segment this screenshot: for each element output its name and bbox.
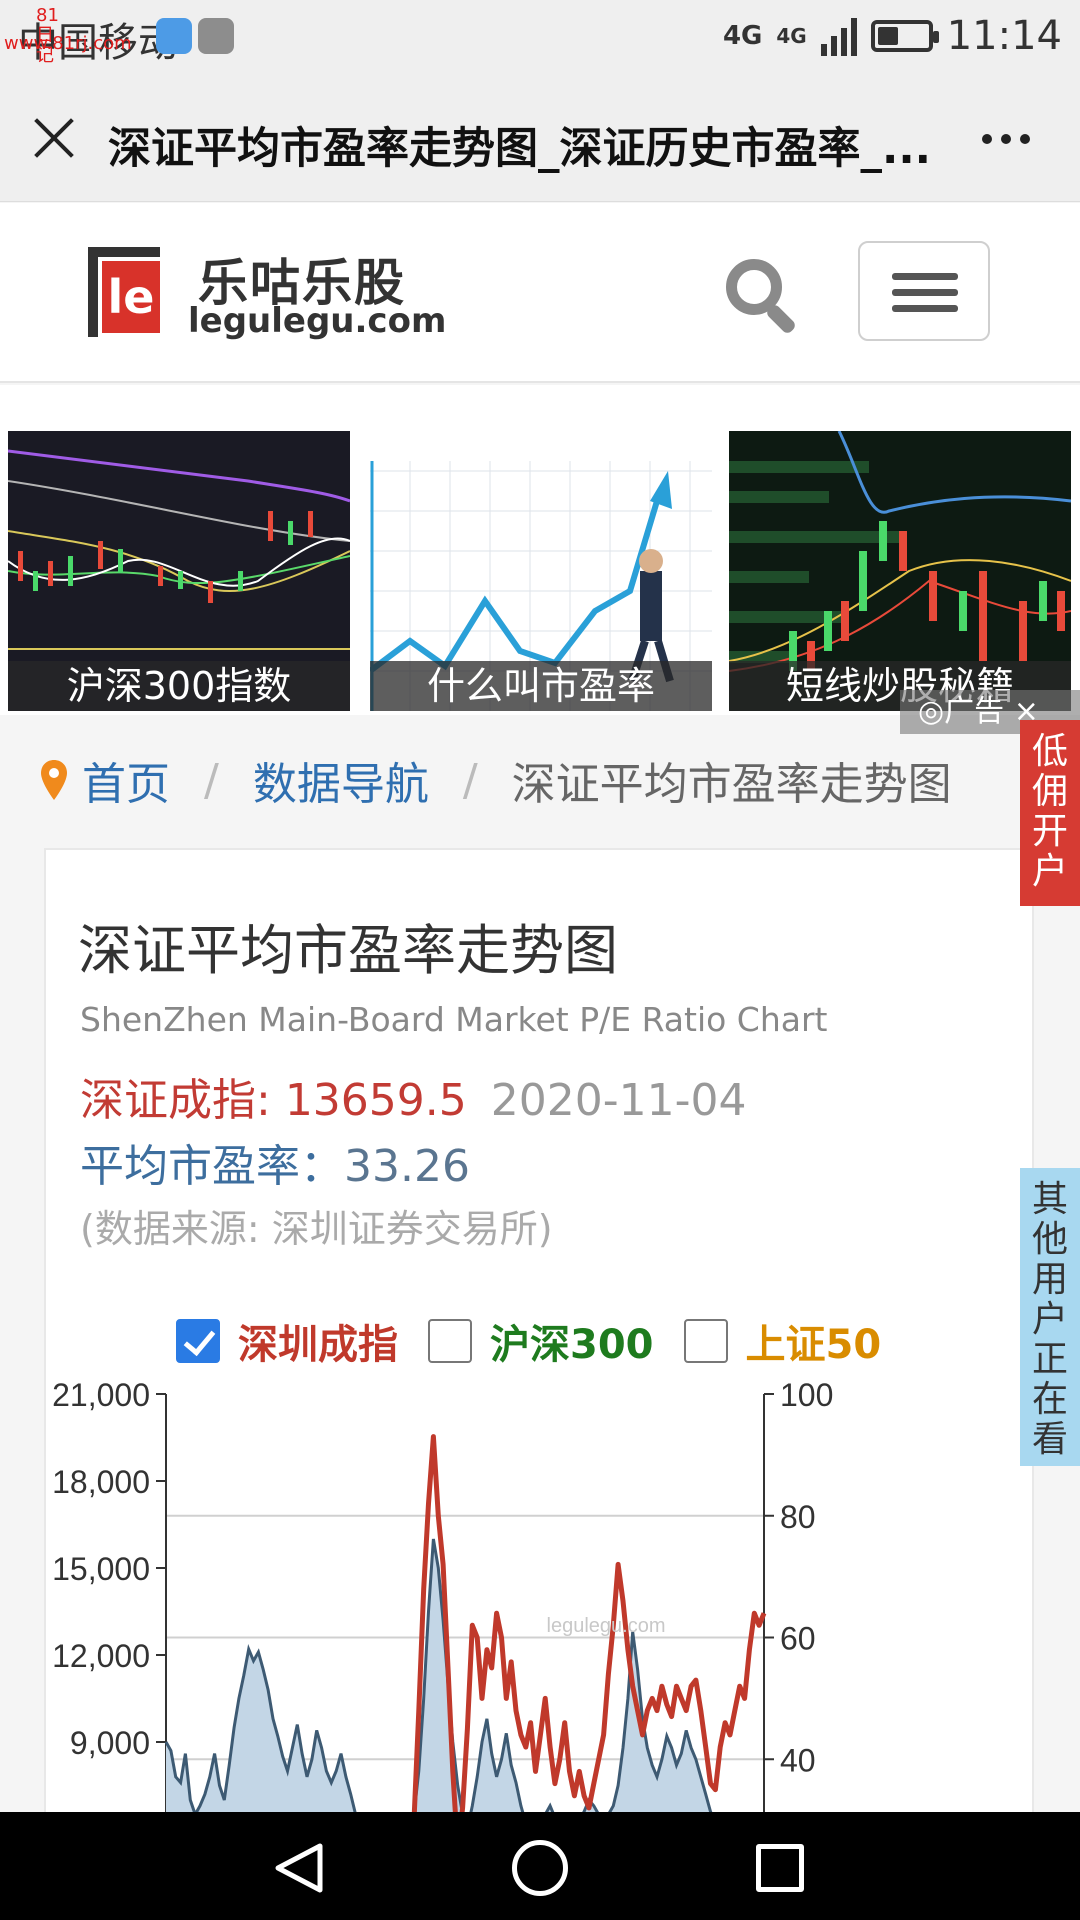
- page-title: 深证平均市盈率走势图_深证历史市盈率_...: [108, 124, 932, 174]
- logo-domain[interactable]: legulegu.com: [188, 301, 446, 341]
- network-type-label-2: 4G: [776, 24, 807, 48]
- clock: 11:14: [946, 13, 1062, 59]
- legend-item-sz50[interactable]: 上证50: [683, 1312, 882, 1370]
- watermark-line-2: www.81rj.com: [4, 33, 132, 54]
- network-type-label: 4G: [722, 21, 763, 51]
- app-notification-icon: [156, 18, 192, 54]
- banner-caption: 什么叫市盈率: [370, 661, 712, 711]
- status-bar: 中国移动 81日记 www.81rj.com 4G 4G 11:14: [0, 0, 1080, 74]
- index-date: 2020-11-04: [490, 1075, 747, 1126]
- left-axis-tick-label: 18,000: [52, 1464, 150, 1500]
- logo-mark-text: le: [102, 261, 160, 333]
- index-value: 13659.5: [284, 1075, 467, 1126]
- back-icon[interactable]: [272, 1842, 328, 1894]
- more-options-icon[interactable]: [982, 134, 1030, 144]
- legend-label: 深圳成指: [238, 1322, 398, 1368]
- pe-label: 平均市盈率：: [80, 1141, 344, 1192]
- breadcrumb-separator: /: [462, 754, 478, 806]
- breadcrumb-home-link[interactable]: 首页: [82, 748, 170, 812]
- left-axis-tick-label: 21,000: [52, 1380, 150, 1413]
- chart-card: 深证平均市盈率走势图 ShenZhen Main-Board Market P/…: [44, 848, 1034, 1920]
- webview-title-bar: 深证平均市盈率走势图_深证历史市盈率_...: [0, 74, 1080, 202]
- right-axis-tick-label: 40: [780, 1742, 816, 1778]
- right-axis-tick-label: 80: [780, 1499, 816, 1535]
- legend-checkbox[interactable]: [428, 1319, 472, 1363]
- legend-checkbox[interactable]: [683, 1319, 728, 1363]
- system-navigation-bar: [0, 1812, 1080, 1920]
- others-viewing-tab[interactable]: 其他用户正在看: [1020, 1168, 1080, 1466]
- legend-checkbox[interactable]: [176, 1319, 220, 1363]
- pe-info: 平均市盈率：33.26: [80, 1130, 470, 1194]
- card-title: 深证平均市盈率走势图: [78, 919, 618, 982]
- signal-icon: [820, 16, 857, 56]
- breadcrumb: 首页 / 数据导航 / 深证平均市盈率走势图: [40, 750, 952, 810]
- battery-icon: [870, 20, 939, 52]
- banner-hs300[interactable]: 沪深300指数: [8, 431, 350, 711]
- data-source: (数据来源: 深圳证券交易所): [80, 1207, 553, 1251]
- card-subtitle: ShenZhen Main-Board Market P/E Ratio Cha…: [80, 1000, 828, 1039]
- legend-item-szci[interactable]: 深圳成指: [176, 1312, 398, 1370]
- site-logo[interactable]: le: [88, 247, 160, 337]
- left-axis-tick-label: 9,000: [70, 1725, 150, 1761]
- right-axis-tick-label: 100: [780, 1380, 833, 1413]
- breadcrumb-current: 深证平均市盈率走势图: [511, 759, 952, 810]
- left-axis-tick-label: 15,000: [52, 1551, 150, 1587]
- pe-value: 33.26: [344, 1141, 470, 1192]
- site-header: le 乐咕乐股 legulegu.com: [0, 203, 1080, 383]
- banner-carousel: 沪深300指数 什么叫市盈率 短线炒股秘籍 ◎广告 ×: [0, 385, 1080, 734]
- index-label: 深证成指:: [80, 1075, 285, 1126]
- hamburger-menu-button[interactable]: [858, 241, 990, 341]
- index-info: 深证成指: 13659.5 2020-11-04: [80, 1064, 746, 1128]
- breadcrumb-data-nav-link[interactable]: 数据导航: [253, 748, 429, 812]
- low-commission-account-tab[interactable]: 低佣开户: [1020, 720, 1080, 906]
- legend-label: 上证50: [745, 1322, 882, 1368]
- close-icon[interactable]: [32, 116, 76, 160]
- chart-watermark: legulegu.com: [547, 1615, 666, 1637]
- status-right: 4G 4G 11:14: [723, 8, 1062, 64]
- search-icon[interactable]: [722, 255, 802, 336]
- screen: 中国移动 81日记 www.81rj.com 4G 4G 11:14 深证平均市…: [0, 0, 1080, 1920]
- banner-caption: 沪深300指数: [8, 661, 350, 711]
- legend-item-hs300[interactable]: 沪深300: [428, 1312, 654, 1370]
- banner-pe-ratio[interactable]: 什么叫市盈率: [370, 431, 712, 711]
- banner-short-term[interactable]: 短线炒股秘籍: [729, 431, 1071, 711]
- right-axis-tick-label: 60: [780, 1621, 816, 1657]
- left-axis-tick-label: 12,000: [52, 1638, 150, 1674]
- image-notification-icon: [198, 18, 234, 54]
- legend-label: 沪深300: [490, 1322, 654, 1368]
- home-icon[interactable]: [512, 1840, 568, 1896]
- chart-legend: 深圳成指 沪深300 上证50: [176, 1312, 911, 1370]
- breadcrumb-separator: /: [204, 754, 219, 806]
- location-pin-icon: [40, 758, 68, 802]
- recent-apps-icon[interactable]: [756, 1844, 804, 1892]
